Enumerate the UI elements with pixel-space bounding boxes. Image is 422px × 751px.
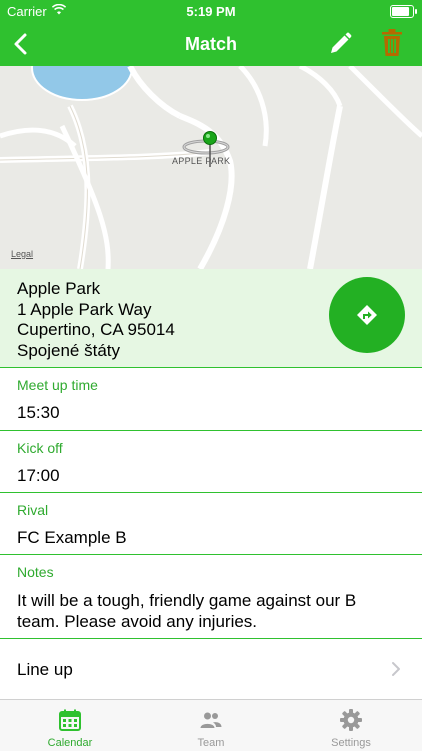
- divider: [0, 367, 422, 368]
- chevron-right-icon: [392, 662, 400, 676]
- edit-button[interactable]: [327, 31, 353, 57]
- tab-bar: Calendar Team Settings: [0, 699, 422, 751]
- calendar-icon: [59, 709, 81, 731]
- address-line-city: Cupertino, CA 95014: [17, 320, 175, 339]
- map-view[interactable]: APPLE PARK Legal: [0, 66, 422, 269]
- page-title: Match: [184, 34, 237, 54]
- pencil-icon: [331, 32, 352, 53]
- divider: [0, 430, 422, 431]
- tab-label: Settings: [331, 737, 371, 749]
- address-section: Apple Park 1 Apple Park Way Cupertino, C…: [0, 269, 422, 367]
- lineup-label: Line up: [17, 660, 73, 679]
- trash-icon: [382, 29, 402, 56]
- address-text: Apple Park 1 Apple Park Way Cupertino, C…: [17, 279, 175, 361]
- tab-label: Team: [197, 737, 225, 749]
- directions-icon: [357, 305, 377, 325]
- rival-value[interactable]: FC Example B: [17, 528, 127, 548]
- map-background: [0, 66, 422, 269]
- address-line-country: Spojené štáty: [17, 340, 121, 360]
- rival-label: Rival: [17, 502, 49, 518]
- meetup-label: Meet up time: [17, 377, 98, 393]
- notes-value[interactable]: It will be a tough, friendly game agains…: [17, 590, 397, 632]
- address-line-street: 1 Apple Park Way: [17, 299, 152, 319]
- clock-label: 5:19 PM: [186, 4, 236, 19]
- tab-label: Calendar: [47, 737, 93, 749]
- kickoff-label: Kick off: [17, 440, 63, 456]
- notes-label: Notes: [17, 564, 54, 580]
- directions-button[interactable]: [329, 277, 405, 353]
- kickoff-value[interactable]: 17:00: [17, 466, 60, 486]
- map-pin-label: APPLE PARK: [172, 156, 231, 166]
- map-legal-link[interactable]: Legal: [11, 249, 33, 259]
- tab-settings[interactable]: Settings: [281, 700, 421, 751]
- team-icon: [200, 712, 222, 728]
- delete-button[interactable]: [379, 28, 405, 58]
- address-line-name: Apple Park: [17, 279, 101, 298]
- battery-icon: [390, 5, 417, 18]
- meetup-value[interactable]: 15:30: [17, 403, 60, 423]
- gear-icon: [340, 709, 362, 731]
- tab-calendar[interactable]: Calendar: [0, 700, 140, 751]
- divider: [0, 492, 422, 493]
- battery-fill: [392, 7, 410, 16]
- lineup-row[interactable]: Line up: [0, 639, 422, 699]
- tab-team[interactable]: Team: [141, 700, 281, 751]
- divider: [0, 554, 422, 555]
- navigation-bar: Match: [0, 22, 422, 66]
- status-bar: Carrier 5:19 PM: [0, 0, 422, 22]
